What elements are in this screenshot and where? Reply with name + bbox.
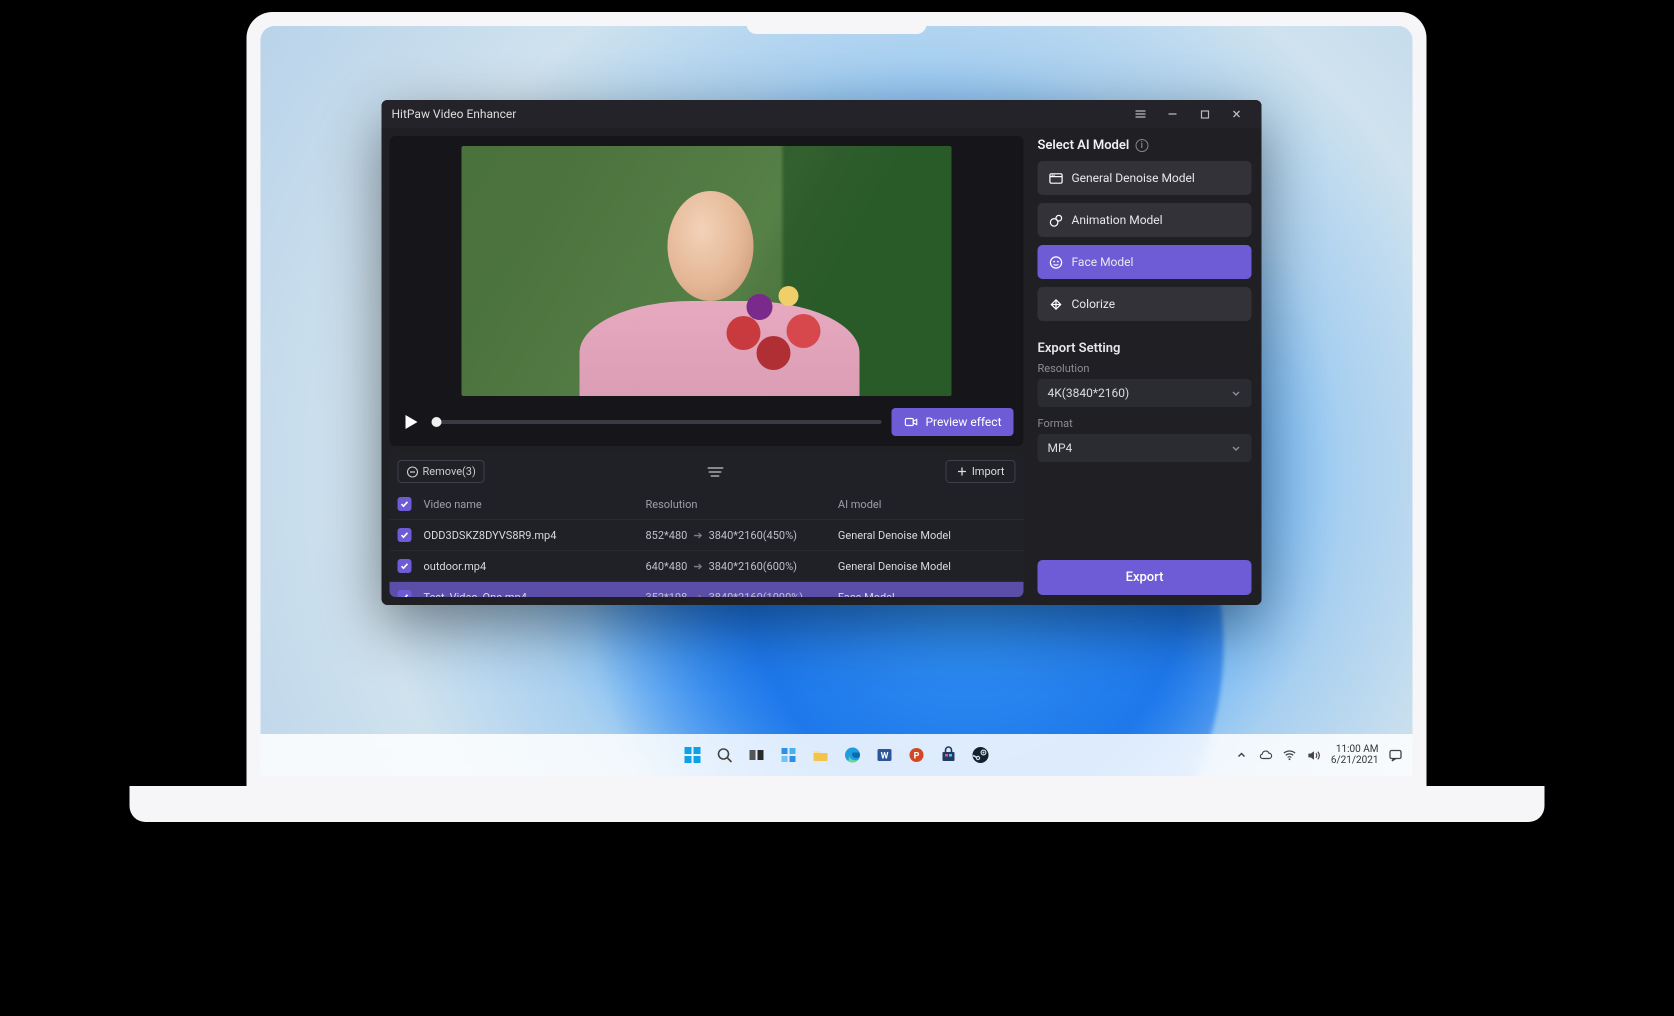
plus-icon — [957, 466, 968, 477]
col-resolution: Resolution — [646, 498, 838, 511]
format-value: MP4 — [1048, 441, 1073, 455]
wifi-icon[interactable] — [1283, 748, 1297, 762]
model-option[interactable]: Face Model — [1038, 245, 1252, 279]
row-resolution: 640*480➔3840*2160(600%) — [646, 560, 838, 573]
model-label: Face Model — [1072, 255, 1134, 269]
row-checkbox[interactable] — [398, 590, 412, 597]
cloud-icon[interactable] — [1259, 748, 1273, 762]
laptop-notch — [747, 12, 927, 34]
model-icon — [1048, 296, 1064, 312]
export-heading: Export Setting — [1038, 341, 1252, 356]
camcorder-icon — [903, 414, 919, 430]
svg-text:P: P — [914, 752, 920, 762]
model-icon — [1048, 170, 1064, 186]
import-button[interactable]: Import — [946, 460, 1016, 483]
import-label: Import — [972, 465, 1005, 478]
tray-chevron-icon[interactable] — [1235, 748, 1249, 762]
preview-panel: Preview effect — [390, 136, 1024, 446]
format-label: Format — [1038, 417, 1252, 430]
col-name: Video name — [424, 498, 646, 511]
table-header: Video name Resolution AI model — [390, 489, 1024, 519]
chevron-down-icon — [1231, 443, 1242, 454]
resolution-select[interactable]: 4K(3840*2160) — [1038, 379, 1252, 407]
row-name: ODD3DSKZ8DYVS8R9.mp4 — [424, 529, 646, 542]
export-button[interactable]: Export — [1038, 560, 1252, 595]
ai-model-heading: Select AI Model — [1038, 138, 1130, 153]
word-icon[interactable]: W — [871, 741, 899, 769]
start-button[interactable] — [679, 741, 707, 769]
table-row[interactable]: Test_Video_One.mp4352*198➔3840*2160(1090… — [390, 581, 1024, 597]
minimize-button[interactable] — [1158, 104, 1188, 124]
row-name: Test_Video_One.mp4 — [424, 591, 646, 598]
desktop[interactable]: HitPaw Video Enhancer — [261, 26, 1413, 776]
model-label: Animation Model — [1072, 213, 1163, 227]
close-button[interactable] — [1222, 104, 1252, 124]
remove-label: Remove(3) — [423, 465, 476, 478]
task-view-icon[interactable] — [743, 741, 771, 769]
preview-effect-button[interactable]: Preview effect — [891, 408, 1013, 436]
format-select[interactable]: MP4 — [1038, 434, 1252, 462]
laptop-frame: HitPaw Video Enhancer — [247, 12, 1427, 790]
row-model: General Denoise Model — [838, 560, 1016, 573]
row-checkbox[interactable] — [398, 528, 412, 542]
model-option[interactable]: Colorize — [1038, 287, 1252, 321]
search-icon[interactable] — [711, 741, 739, 769]
col-model: AI model — [838, 498, 1016, 511]
volume-icon[interactable] — [1307, 748, 1321, 762]
file-explorer-icon[interactable] — [807, 741, 835, 769]
row-model: General Denoise Model — [838, 529, 1016, 542]
reorder-icon[interactable] — [707, 467, 723, 477]
play-button[interactable] — [400, 411, 422, 433]
resolution-value: 4K(3840*2160) — [1048, 386, 1130, 400]
model-label: General Denoise Model — [1072, 171, 1195, 185]
store-icon[interactable] — [935, 741, 963, 769]
maximize-button[interactable] — [1190, 104, 1220, 124]
video-preview[interactable] — [462, 146, 952, 396]
taskbar-clock[interactable]: 11:00 AM 6/21/2021 — [1331, 744, 1379, 767]
laptop-base — [130, 786, 1545, 822]
edge-icon[interactable] — [839, 741, 867, 769]
remove-button[interactable]: Remove(3) — [398, 460, 485, 483]
row-resolution: 352*198➔3840*2160(1090%) — [646, 591, 838, 598]
menu-icon[interactable] — [1126, 104, 1156, 124]
taskbar: W P 11:00 AM 6/21/2021 — [261, 734, 1413, 776]
info-icon[interactable]: i — [1135, 139, 1148, 152]
model-icon — [1048, 212, 1064, 228]
arrow-right-icon: ➔ — [693, 560, 702, 573]
seek-slider[interactable] — [432, 420, 882, 424]
row-model: Face Model — [838, 591, 1016, 598]
arrow-right-icon: ➔ — [693, 529, 702, 542]
titlebar[interactable]: HitPaw Video Enhancer — [382, 100, 1262, 128]
model-option[interactable]: General Denoise Model — [1038, 161, 1252, 195]
model-label: Colorize — [1072, 297, 1116, 311]
app-title: HitPaw Video Enhancer — [392, 107, 517, 121]
minus-circle-icon — [407, 466, 419, 478]
taskbar-date: 6/21/2021 — [1331, 755, 1379, 767]
preview-effect-label: Preview effect — [925, 415, 1001, 429]
video-list: Remove(3) Import — [390, 454, 1024, 597]
row-checkbox[interactable] — [398, 559, 412, 573]
resolution-label: Resolution — [1038, 362, 1252, 375]
arrow-right-icon: ➔ — [693, 591, 702, 598]
notifications-icon[interactable] — [1389, 748, 1403, 762]
widgets-icon[interactable] — [775, 741, 803, 769]
model-option[interactable]: Animation Model — [1038, 203, 1252, 237]
row-name: outdoor.mp4 — [424, 560, 646, 573]
powerpoint-icon[interactable]: P — [903, 741, 931, 769]
table-row[interactable]: outdoor.mp4640*480➔3840*2160(600%)Genera… — [390, 550, 1024, 581]
chevron-down-icon — [1231, 388, 1242, 399]
steam-icon[interactable] — [967, 741, 995, 769]
svg-text:W: W — [881, 752, 889, 762]
side-panel: Select AI Model i General Denoise Model A… — [1032, 128, 1262, 605]
row-resolution: 852*480➔3840*2160(450%) — [646, 529, 838, 542]
export-button-label: Export — [1126, 570, 1164, 585]
model-icon — [1048, 254, 1064, 270]
select-all-checkbox[interactable] — [398, 497, 412, 511]
table-row[interactable]: ODD3DSKZ8DYVS8R9.mp4852*480➔3840*2160(45… — [390, 519, 1024, 550]
taskbar-time: 11:00 AM — [1331, 744, 1379, 756]
app-window: HitPaw Video Enhancer — [382, 100, 1262, 605]
